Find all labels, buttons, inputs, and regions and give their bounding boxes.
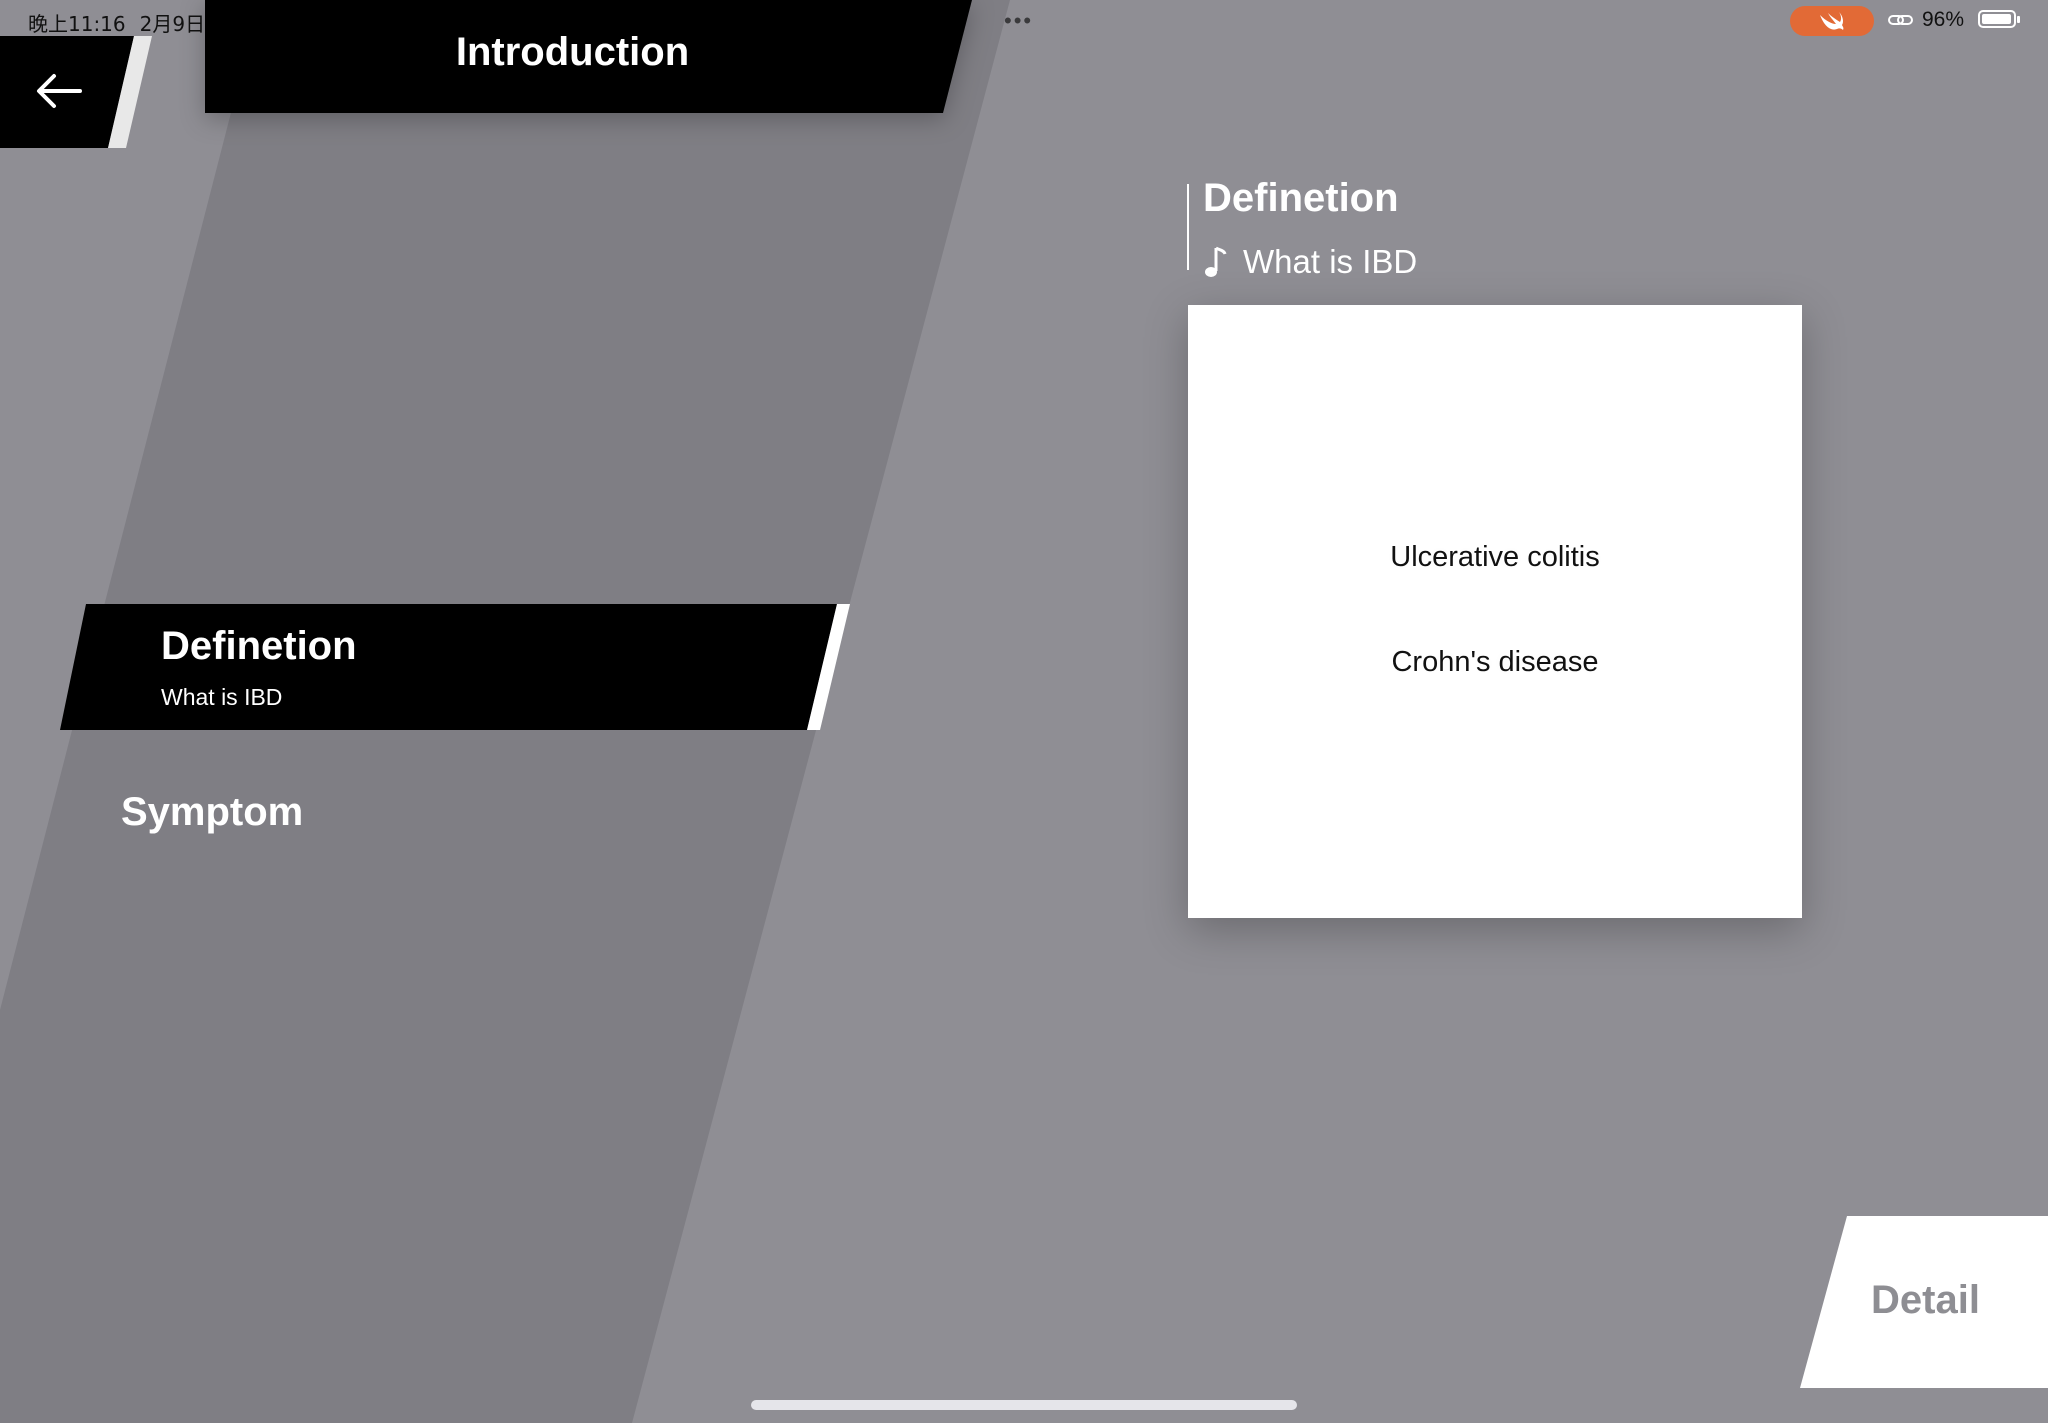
detail-accent-bar xyxy=(1187,184,1189,270)
menu-item-subtitle: What is IBD xyxy=(161,684,283,710)
detail-button-label: Detail xyxy=(1871,1278,1980,1322)
detail-title: Definetion xyxy=(1203,176,1399,220)
swift-icon xyxy=(1790,6,1874,36)
battery-icon xyxy=(1978,10,2020,28)
link-icon xyxy=(1888,15,1913,25)
home-indicator[interactable] xyxy=(751,1400,1297,1410)
card-item-crohns-disease[interactable]: Crohn's disease xyxy=(1188,646,1802,679)
menu-item-title: Definetion xyxy=(161,624,357,668)
menu-item-symptom[interactable]: Symptom xyxy=(121,790,303,835)
battery-fill xyxy=(1982,14,2011,24)
detail-subtitle: What is IBD xyxy=(1243,243,1418,280)
card-item-ulcerative-colitis[interactable]: Ulcerative colitis xyxy=(1188,541,1802,574)
multitasking-dots-icon[interactable]: ••• xyxy=(1004,8,1033,34)
music-note-icon[interactable] xyxy=(1204,246,1228,280)
content-card: Ulcerative colitis Crohn's disease xyxy=(1188,305,1802,918)
page-title: Introduction xyxy=(455,30,690,74)
battery-percent: 96% xyxy=(1922,8,1965,31)
